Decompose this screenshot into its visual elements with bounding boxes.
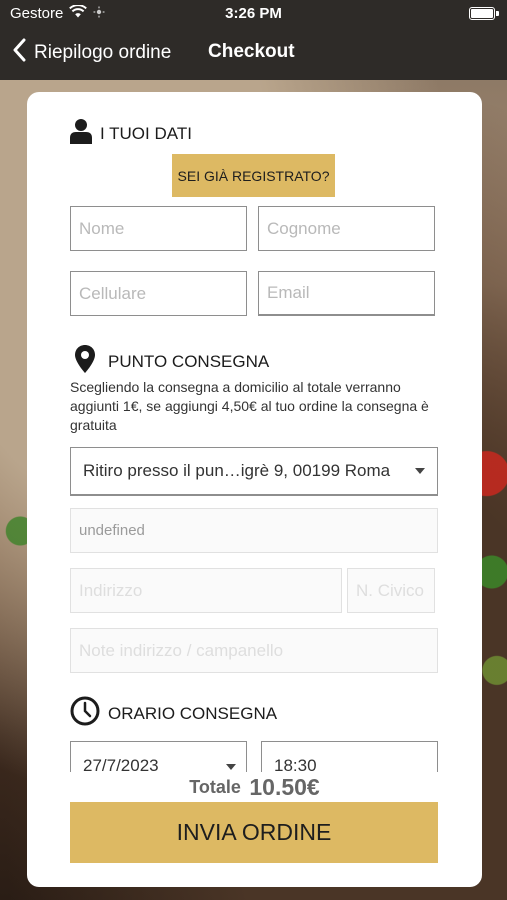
clock-icon (70, 696, 100, 731)
address-notes-field[interactable] (70, 628, 438, 673)
back-label: Riepilogo ordine (34, 41, 172, 63)
delivery-info-text: Scegliendo la consegna a domicilio al to… (70, 379, 429, 433)
last-name-field[interactable] (258, 206, 435, 251)
location-pin-icon (74, 344, 96, 379)
total-label: Totale (189, 777, 241, 797)
back-button[interactable]: Riepilogo ordine (12, 38, 171, 67)
delivery-mode-field[interactable] (70, 508, 438, 553)
battery-icon (469, 7, 499, 20)
status-time: 3:26 PM (225, 5, 282, 22)
chevron-left-icon (12, 38, 26, 67)
pickup-point-select[interactable]: Ritiro presso il pun…igrè 9, 00199 Roma (70, 447, 438, 496)
delivery-point-header: PUNTO CONSEGNA (74, 344, 269, 379)
first-name-field[interactable] (70, 206, 247, 251)
order-total: Totale 10.50€ (27, 772, 482, 802)
pickup-point-value: Ritiro presso il pun…igrè 9, 00199 Roma (83, 461, 391, 480)
submit-order-button[interactable]: INVIA ORDINE (70, 802, 438, 863)
personal-data-header: I TUOI DATI (70, 118, 192, 149)
phone-field[interactable] (70, 271, 247, 316)
address-field[interactable] (70, 568, 342, 613)
civic-number-field[interactable] (347, 568, 435, 613)
caret-down-icon (226, 764, 236, 770)
page-title: Checkout (208, 41, 295, 62)
email-field[interactable] (258, 271, 435, 316)
delivery-time-header: ORARIO CONSEGNA (70, 696, 277, 731)
delivery-point-heading: PUNTO CONSEGNA (108, 351, 270, 371)
status-bar: Gestore 3:26 PM (0, 0, 507, 28)
caret-down-icon (415, 468, 425, 474)
personal-data-heading: I TUOI DATI (100, 123, 192, 143)
already-registered-button[interactable]: SEI GIÀ REGISTRATO? (172, 154, 335, 197)
delivery-time-heading: ORARIO CONSEGNA (108, 703, 278, 723)
total-value: 10.50€ (249, 774, 320, 800)
checkout-card: I TUOI DATI SEI GIÀ REGISTRATO? PUNTO CO… (27, 92, 482, 887)
navigation-bar: Riepilogo ordine Checkout (0, 28, 507, 80)
user-icon (70, 118, 92, 149)
